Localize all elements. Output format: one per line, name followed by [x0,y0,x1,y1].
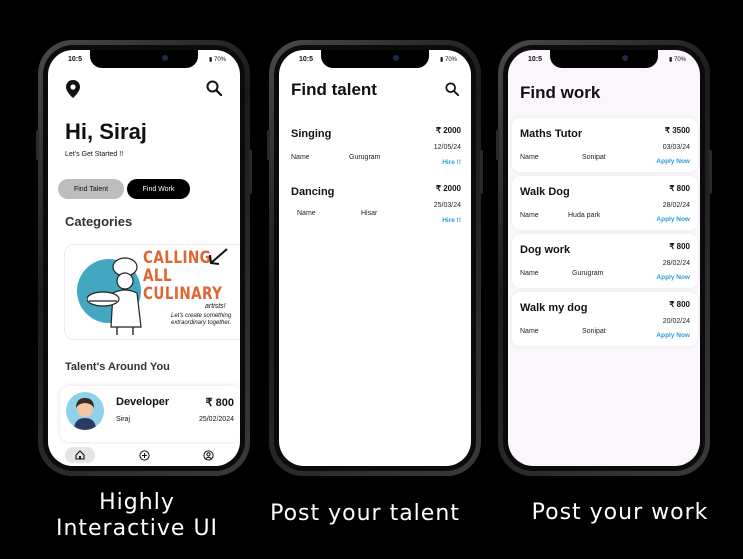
camera-notch [550,50,658,68]
card-date: 25/03/24 [433,202,461,209]
card-price: ₹ 2000 [435,184,461,193]
greeting-subtitle: Let's Get Started !! [65,151,124,158]
card-price: ₹ 800 [669,300,690,309]
card-title: Dancing [291,186,335,198]
camera-notch [90,50,198,68]
tab-find-talent[interactable]: Find Talent [58,179,124,199]
phone-side-button [249,150,252,194]
card-title: Maths Tutor [520,128,583,140]
phone-side-button [36,130,39,160]
apply-now-button[interactable]: Apply Now [656,216,690,223]
home-icon[interactable] [65,447,95,463]
banner-line-1: CALLING [143,248,212,268]
profile-icon[interactable] [193,447,223,463]
card-title: Singing [291,128,332,140]
card-price: ₹ 800 [669,242,690,251]
card-date: 28/02/24 [662,260,690,267]
caption-line-2: Interactive UI [55,516,219,541]
phone-side-button [496,130,499,160]
phone-bezel: 10:5 ▮ 70% Hi, Siraj Let's Get Started !… [43,45,245,471]
phone-side-button [480,150,483,194]
card-price: ₹ 2000 [435,126,461,135]
card-date: 03/03/24 [662,144,690,151]
card-date: 20/02/24 [662,318,690,325]
banner-tagline: Let's create something extraordinary tog… [171,313,232,326]
status-time: 10:5 [68,56,83,63]
talent-card-singing[interactable]: Singing ₹ 2000 Name Gurugram 12/05/24 Hi… [283,118,469,172]
card-location: Gurugram [572,270,604,277]
card-price: ₹ 3500 [664,126,690,135]
talent-name: Siraj [116,416,131,423]
card-date: 12/05/24 [433,144,461,151]
talent-price: ₹ 800 [205,397,234,409]
phone-side-button [709,150,712,194]
card-name-label: Name [520,212,539,219]
hire-button[interactable]: Hire !! [442,159,461,166]
caption-line-1: Highly [99,490,175,515]
talent-card[interactable]: Developer ₹ 800 Siraj 25/02/2024 [60,386,240,442]
greeting-title: Hi, Siraj [65,119,147,144]
talent-card-dancing[interactable]: Dancing ₹ 2000 Name Hisar 25/03/24 Hire … [283,176,469,230]
status-battery: ▮ 70% [440,57,457,63]
search-icon[interactable] [206,80,223,101]
banner-line-2: ALL [143,266,173,286]
card-name-label: Name [520,154,539,161]
card-title: Dog work [520,244,571,256]
arrow-down-left-icon [209,248,228,265]
phone-home: 10:5 ▮ 70% Hi, Siraj Let's Get Started !… [36,40,252,476]
phone-find-talent: 10:5 ▮ 70% Find talent Singing ₹ 2000 Na… [267,40,483,476]
apply-now-button[interactable]: Apply Now [656,274,690,281]
page-title: Find work [520,83,601,102]
card-location: Sonipat [582,328,606,335]
card-location: Huda park [568,212,601,219]
work-card-maths-tutor[interactable]: Maths Tutor ₹ 3500 Name Sonipat 03/03/24… [512,118,698,172]
category-banner[interactable]: CALLING ALL CULINARY artists! Let's crea… [64,244,240,340]
banner-line-3: CULINARY [143,284,223,304]
card-title: Walk Dog [520,186,570,198]
card-name-label: Name [297,210,316,217]
search-icon[interactable] [445,82,460,101]
status-battery: ▮ 70% [669,57,686,63]
categories-heading: Categories [65,214,133,229]
phone-bezel: 10:5 ▮ 70% Find work Maths Tutor ₹ 3500 … [503,45,705,471]
phone-bezel: 10:5 ▮ 70% Find talent Singing ₹ 2000 Na… [274,45,476,471]
home-screen: 10:5 ▮ 70% Hi, Siraj Let's Get Started !… [48,50,240,466]
work-card-dog-work[interactable]: Dog work ₹ 800 Name Gurugram 28/02/24 Ap… [512,234,698,288]
card-location: Hisar [361,210,378,217]
bottom-nav [48,444,240,466]
talent-heading: Talent's Around You [65,361,170,373]
banner-artists: artists! [205,303,226,310]
card-location: Gurugram [349,154,381,161]
caption-post-talent: Post your talent [270,501,460,526]
card-location: Sonipat [582,154,606,161]
work-card-walk-dog[interactable]: Walk Dog ₹ 800 Name Huda park 28/02/24 A… [512,176,698,230]
card-name-label: Name [520,270,539,277]
find-work-screen: 10:5 ▮ 70% Find work Maths Tutor ₹ 3500 … [508,50,700,466]
card-price: ₹ 800 [669,184,690,193]
apply-now-button[interactable]: Apply Now [656,158,690,165]
status-time: 10:5 [528,56,543,63]
phone-side-button [267,130,270,160]
add-circle-icon[interactable] [129,447,159,463]
card-date: 28/02/24 [662,202,690,209]
tab-find-work[interactable]: Find Work [127,179,190,199]
camera-notch [321,50,429,68]
talent-date: 25/02/2024 [198,416,234,423]
avatar [66,392,104,430]
work-card-walk-my-dog[interactable]: Walk my dog ₹ 800 Name Sonipat 20/02/24 … [512,292,698,346]
apply-now-button[interactable]: Apply Now [656,332,690,339]
talent-role: Developer [116,396,170,408]
card-name-label: Name [291,154,310,161]
location-pin-icon[interactable] [66,80,80,103]
card-name-label: Name [520,328,539,335]
page-title: Find talent [291,80,377,99]
find-talent-screen: 10:5 ▮ 70% Find talent Singing ₹ 2000 Na… [279,50,471,466]
phone-find-work: 10:5 ▮ 70% Find work Maths Tutor ₹ 3500 … [496,40,712,476]
status-battery: ▮ 70% [209,57,226,63]
caption-interactive-ui: Highly Interactive UI [30,490,244,542]
status-time: 10:5 [299,56,314,63]
caption-post-work: Post your work [531,500,709,525]
hire-button[interactable]: Hire !! [442,217,461,224]
card-title: Walk my dog [520,302,588,314]
